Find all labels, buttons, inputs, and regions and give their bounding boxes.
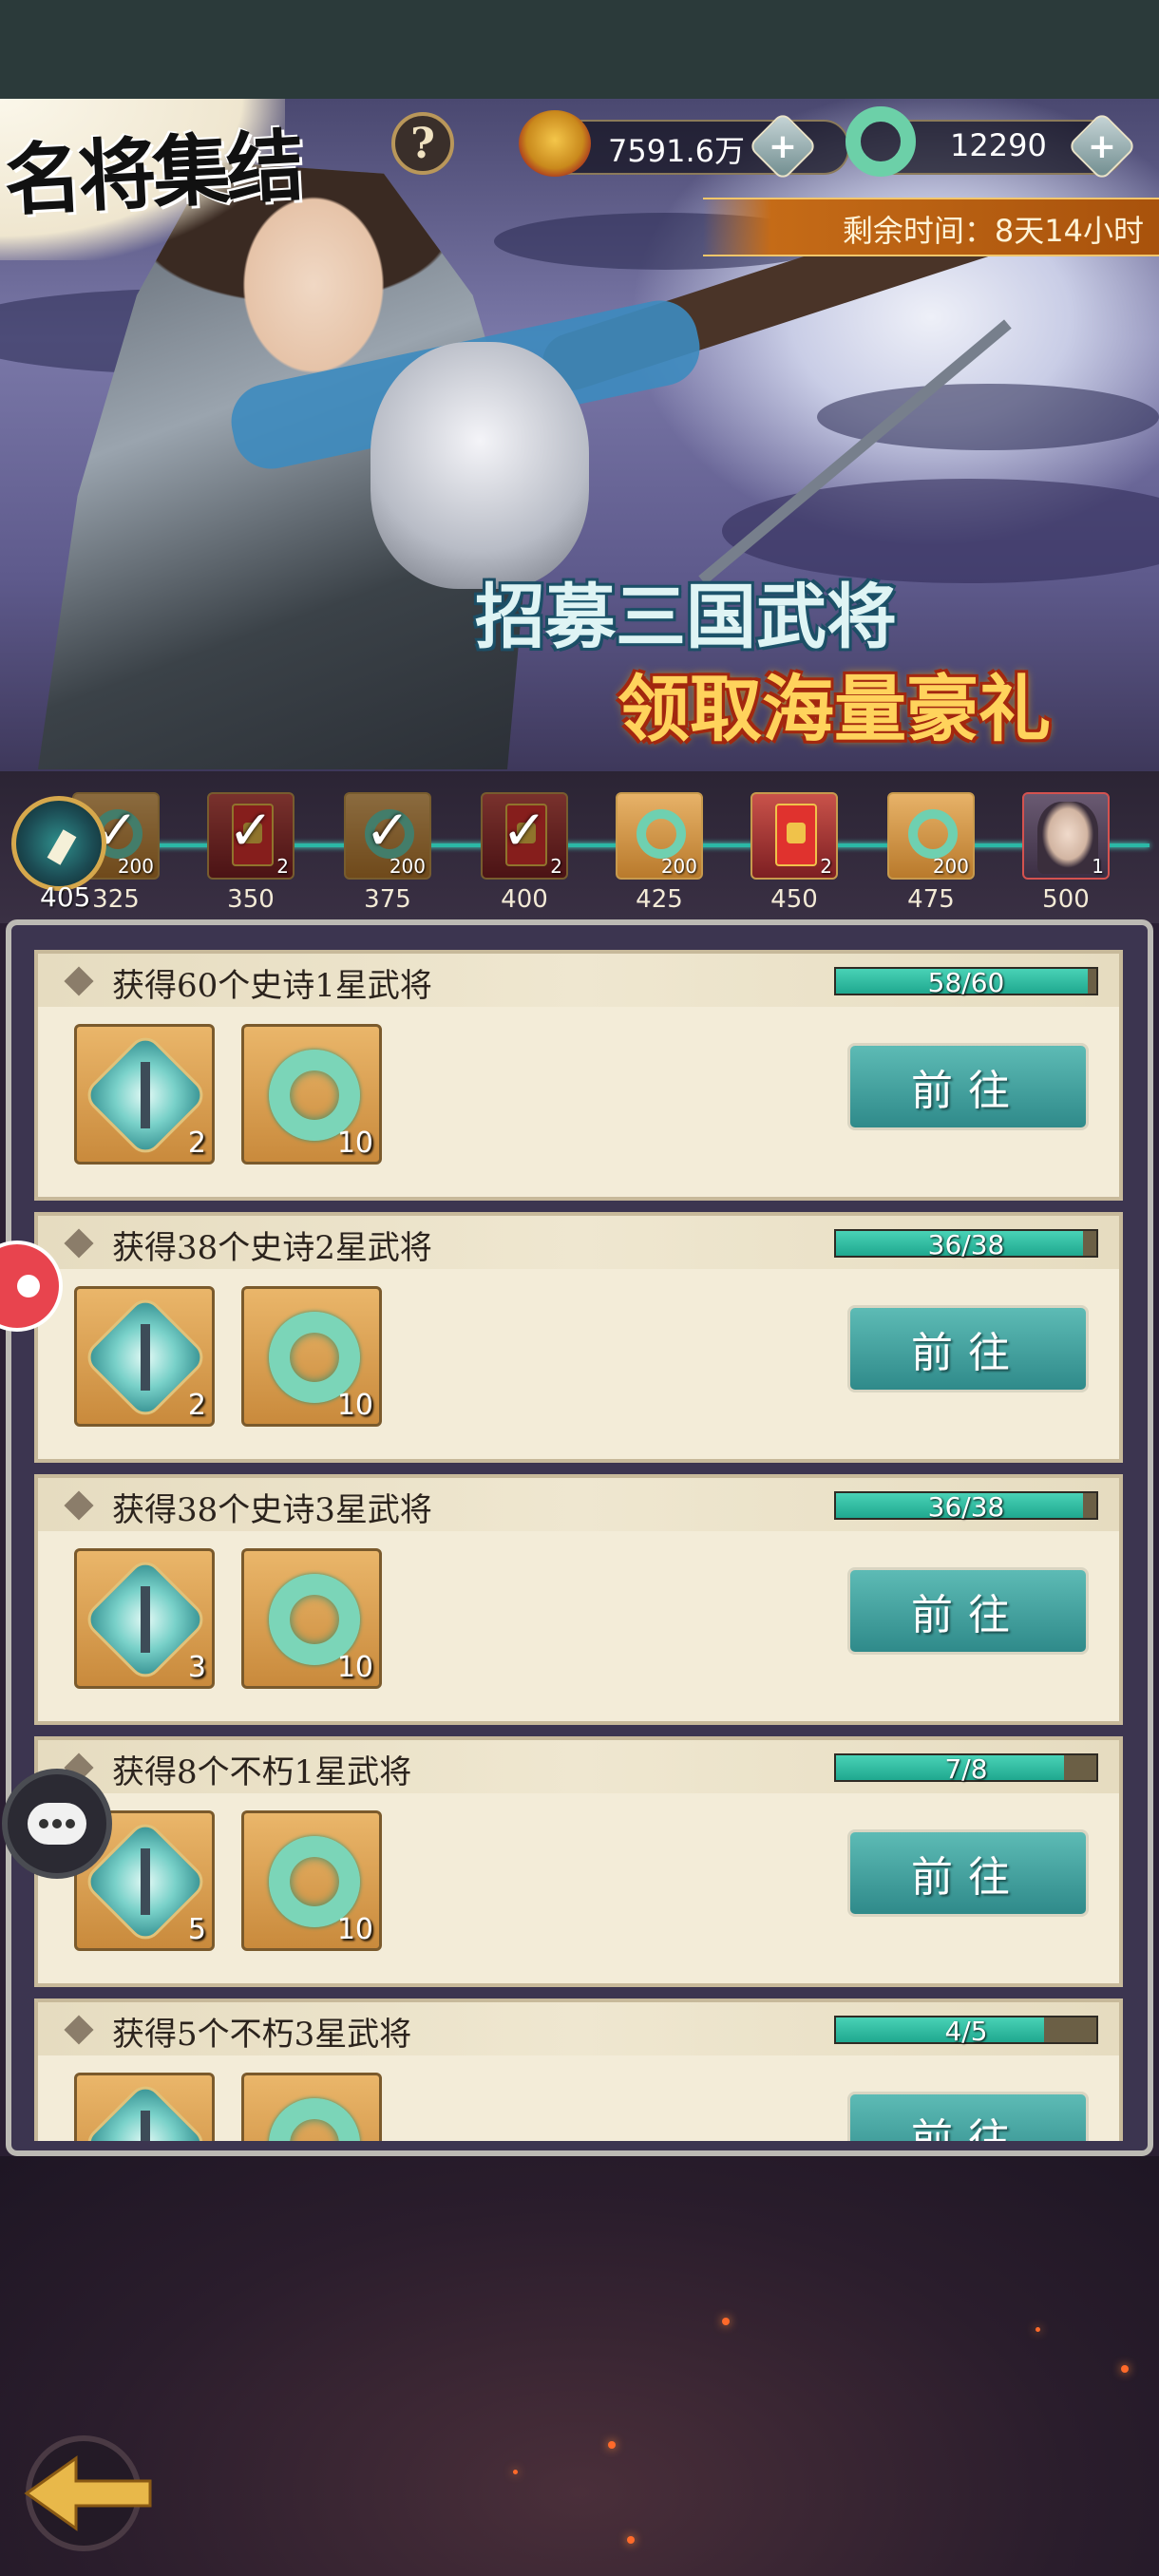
- task-progress-bar: 36/38: [834, 1229, 1098, 1260]
- chat-bubble-icon: [28, 1803, 86, 1845]
- go-button[interactable]: 前往: [847, 2092, 1089, 2141]
- page-title: 名将集结: [2, 120, 303, 228]
- task-card-header: 获得8个不朽1星武将 7/8: [38, 1740, 1119, 1793]
- task-card: 获得38个史诗2星武将 36/38 2 10 前往: [34, 1212, 1123, 1463]
- reward-count: 3: [187, 1651, 206, 1684]
- reward-node[interactable]: ✓ 2 400: [481, 792, 568, 916]
- reward-count: 10: [336, 1127, 373, 1160]
- reward-node[interactable]: 1 500: [1022, 792, 1110, 916]
- task-progress-bar: 58/60: [834, 967, 1098, 998]
- reward-node-score: 500: [1042, 885, 1090, 914]
- gold-amount: 7591.6万: [608, 133, 745, 169]
- reward-count: 10: [336, 1913, 373, 1946]
- task-title: 获得60个史诗1星武将: [112, 967, 432, 1005]
- task-card-header: 获得38个史诗3星武将 36/38: [38, 1478, 1119, 1531]
- slogan-line-2: 领取海量豪礼: [618, 667, 1051, 751]
- diamond-bullet-icon: [64, 1228, 94, 1259]
- reward-count: 2: [187, 1127, 206, 1160]
- claimed-check-icon: ✓: [501, 798, 548, 862]
- reward-count: 2: [187, 1389, 206, 1422]
- reward-node[interactable]: ✓ 200 375: [344, 792, 431, 916]
- jade-reward[interactable]: [241, 2073, 382, 2141]
- reward-node-score: 400: [501, 885, 548, 914]
- go-button[interactable]: 前往: [847, 1567, 1089, 1655]
- jade-reward[interactable]: 10: [241, 1024, 382, 1165]
- task-progress-bar: 4/5: [834, 2016, 1098, 2047]
- task-title: 获得38个史诗3星武将: [112, 1491, 432, 1529]
- reward-node-score: 375: [364, 885, 411, 914]
- task-card-header: 获得38个史诗2星武将 36/38: [38, 1216, 1119, 1269]
- task-progress-bar: 7/8: [834, 1753, 1098, 1785]
- coin-purse-icon: [519, 110, 591, 177]
- diamond-bullet-icon: [64, 1490, 94, 1521]
- plus-icon: +: [1087, 126, 1117, 166]
- go-button[interactable]: 前往: [847, 1305, 1089, 1392]
- remaining-time-banner: 剩余时间：8天14小时: [703, 198, 1159, 256]
- task-card: 获得60个史诗1星武将 58/60 2 10 前往: [34, 950, 1123, 1201]
- current-score: 405: [40, 881, 91, 913]
- task-title: 获得8个不朽1星武将: [112, 1753, 412, 1791]
- recruit-token-reward[interactable]: [74, 2073, 215, 2141]
- recruit-token-reward[interactable]: 2: [74, 1024, 215, 1165]
- reward-count: 10: [336, 1389, 373, 1422]
- reward-count: 5: [187, 1913, 206, 1946]
- reward-count: 10: [336, 1651, 373, 1684]
- bottom-background: [0, 2156, 1159, 2576]
- task-title: 获得38个史诗2星武将: [112, 1229, 432, 1267]
- reward-track: [0, 771, 1159, 923]
- reward-node-score: 350: [227, 885, 275, 914]
- reward-node[interactable]: 200 475: [887, 792, 975, 916]
- chat-button[interactable]: [2, 1769, 112, 1879]
- diamond-bullet-icon: [64, 966, 94, 996]
- task-card: 获得38个史诗3星武将 36/38 3 10 前往: [34, 1474, 1123, 1725]
- task-progress-text: 4/5: [944, 2016, 988, 2047]
- claimed-check-icon: ✓: [227, 798, 275, 862]
- reward-node-score: 425: [636, 885, 683, 914]
- recruit-token-reward[interactable]: 2: [74, 1286, 215, 1427]
- diamond-bullet-icon: [64, 2015, 94, 2045]
- reward-node-score: 475: [907, 885, 955, 914]
- claimed-check-icon: ✓: [364, 798, 411, 862]
- remaining-time-text: 剩余时间：8天14小时: [842, 213, 1144, 249]
- task-card-header: 获得5个不朽3星武将 4/5: [38, 2002, 1119, 2055]
- slogan-line-1: 招募三国武将: [475, 577, 897, 658]
- task-title: 获得5个不朽3星武将: [112, 2016, 412, 2054]
- recruit-token-icon: [81, 2079, 210, 2141]
- jade-reward[interactable]: 10: [241, 1810, 382, 1951]
- jade-reward[interactable]: 10: [241, 1286, 382, 1427]
- reward-node-score: 450: [770, 885, 818, 914]
- jade-amount: 12290: [950, 127, 1047, 163]
- task-progress-text: 7/8: [944, 1753, 988, 1785]
- task-card: 获得5个不朽3星武将 4/5 前往: [34, 1998, 1123, 2141]
- jade-ring-icon: [846, 106, 916, 177]
- plus-icon: +: [768, 126, 798, 166]
- hero-mask-art: [370, 342, 589, 589]
- help-button[interactable]: ?: [391, 112, 454, 175]
- task-progress-text: 36/38: [927, 1491, 1005, 1523]
- task-progress-text: 58/60: [927, 967, 1005, 998]
- task-progress-bar: 36/38: [834, 1491, 1098, 1523]
- jade-ring-icon: [269, 2098, 360, 2141]
- reward-node[interactable]: 200 425: [616, 792, 703, 916]
- back-button[interactable]: [17, 2432, 160, 2555]
- question-mark-icon: ?: [410, 119, 435, 168]
- go-button[interactable]: 前往: [847, 1043, 1089, 1130]
- score-medal-icon: [11, 796, 106, 891]
- jade-reward[interactable]: 10: [241, 1548, 382, 1689]
- task-progress-text: 36/38: [927, 1229, 1005, 1260]
- status-bar: [0, 0, 1159, 99]
- reward-node[interactable]: ✓ 2 350: [207, 792, 294, 916]
- task-list[interactable]: 获得60个史诗1星武将 58/60 2 10 前往 获得38个史诗2星武将 36/38 2 10…: [27, 950, 1129, 2141]
- task-card-header: 获得60个史诗1星武将 58/60: [38, 954, 1119, 1007]
- go-button[interactable]: 前往: [847, 1829, 1089, 1917]
- task-card: 获得8个不朽1星武将 7/8 5 10 前往: [34, 1736, 1123, 1987]
- reward-node[interactable]: 2 450: [750, 792, 838, 916]
- recruit-token-reward[interactable]: 3: [74, 1548, 215, 1689]
